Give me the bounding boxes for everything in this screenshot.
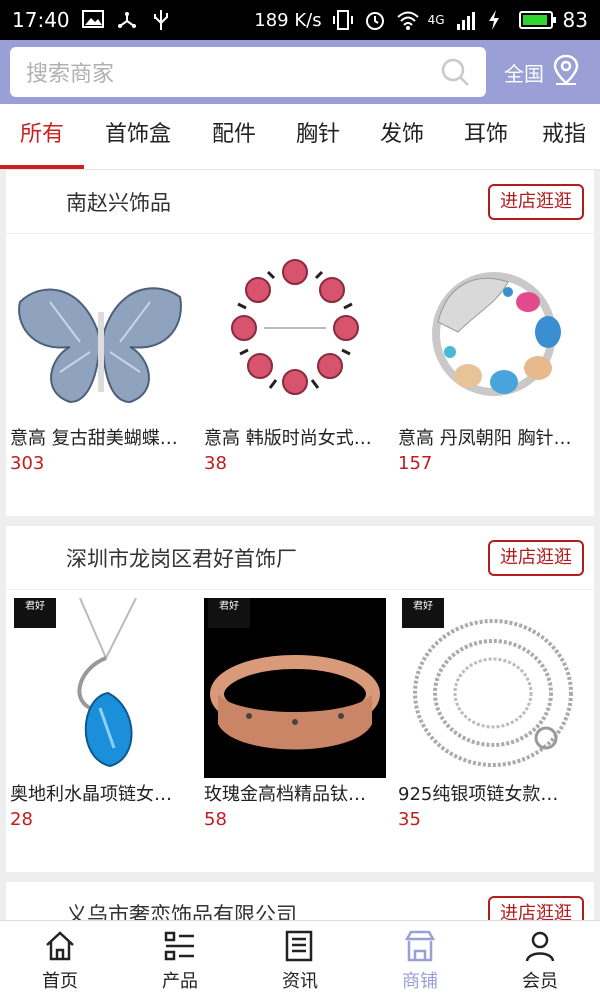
product-item[interactable]: 君好 玫瑰金高档精品钛… 58 (204, 598, 386, 834)
header: 搜索商家 全国 (0, 40, 600, 104)
nav-home[interactable]: 首页 (0, 921, 120, 1000)
nav-products[interactable]: 产品 (120, 921, 240, 1000)
product-name: 925纯银项链女款… (398, 784, 559, 805)
shop-name: 义乌市奢恋饰品有限公司 (66, 902, 297, 921)
shop-name: 南赵兴饰品 (66, 190, 171, 215)
product-name: 意高 韩版时尚女式… (204, 428, 372, 449)
product-name: 玫瑰金高档精品钛… (204, 784, 366, 805)
nav-news[interactable]: 资讯 (240, 921, 360, 1000)
brand-badge: 君好 (402, 598, 444, 628)
product-item[interactable]: 君好 奥地利水晶项链女… 28 (10, 598, 192, 834)
brand-badge-label: 君好 (413, 601, 433, 612)
nav-member[interactable]: 会员 (480, 921, 600, 1000)
wifi-icon (396, 9, 419, 31)
nav-member-label: 会员 (522, 970, 558, 992)
brand-badge-label: 君好 (219, 601, 239, 612)
product-price: 157 (398, 453, 433, 474)
product-item[interactable]: 君好 925纯银项链女款… 35 (398, 598, 580, 834)
shop-card: 南赵兴饰品 进店逛逛 意高 复古甜美蝴蝶… 303 意高 韩版时尚女式… 38 … (6, 170, 594, 516)
shop-name: 深圳市龙岗区君好首饰厂 (66, 546, 297, 571)
region-label: 全国 (504, 61, 544, 86)
product-price: 35 (398, 809, 421, 830)
product-price: 28 (10, 809, 33, 830)
enter-shop-button[interactable]: 进店逛逛 (488, 540, 584, 576)
brand-badge: 君好 (208, 598, 250, 628)
shop-card: 深圳市龙岗区君好首饰厂 进店逛逛 君好 奥地利水晶项链女… 28 君好 玫瑰金高… (6, 526, 594, 872)
location-pin-icon (552, 54, 580, 91)
store-icon (404, 930, 436, 961)
product-image: 君好 (10, 598, 192, 778)
product-item[interactable]: 意高 韩版时尚女式… 38 (204, 242, 386, 478)
shop-header[interactable]: 深圳市龙岗区君好首饰厂 进店逛逛 (6, 526, 594, 590)
vibrate-icon (332, 9, 354, 31)
bottom-nav: 首页 产品 资讯 商铺 会员 (0, 920, 600, 1000)
product-name: 意高 丹凤朝阳 胸针… (398, 428, 572, 449)
nav-home-label: 首页 (42, 970, 78, 992)
battery-icon (518, 11, 556, 29)
shop-header[interactable]: 南赵兴饰品 进店逛逛 (6, 170, 594, 234)
battery-level: 83 (562, 8, 588, 32)
nav-shops[interactable]: 商铺 (360, 921, 480, 1000)
region-selector[interactable]: 全国 (504, 54, 580, 91)
nav-shops-label: 商铺 (402, 970, 438, 992)
alarm-icon (364, 9, 386, 31)
product-image (10, 242, 192, 422)
product-name: 奥地利水晶项链女… (10, 784, 172, 805)
product-name: 意高 复古甜美蝴蝶… (10, 428, 178, 449)
tab-all[interactable]: 所有 (0, 104, 84, 169)
product-price: 38 (204, 453, 227, 474)
category-tabs: 所有 首饰盒 配件 胸针 发饰 耳饰 戒指 (0, 104, 600, 170)
shop-list: 南赵兴饰品 进店逛逛 意高 复古甜美蝴蝶… 303 意高 韩版时尚女式… 38 … (0, 170, 600, 920)
usb-icon (150, 9, 172, 31)
search-placeholder: 搜索商家 (26, 62, 115, 87)
list-icon (164, 931, 194, 960)
product-price: 58 (204, 809, 227, 830)
status-bar: 17:40 189 K/s 4G 83 (0, 0, 600, 40)
signal-type: 4G (427, 13, 445, 27)
product-image: 君好 (204, 598, 386, 778)
nav-products-label: 产品 (162, 970, 198, 992)
product-image: 君好 (398, 598, 580, 778)
product-price: 303 (10, 453, 45, 474)
enter-shop-button[interactable]: 进店逛逛 (488, 896, 584, 920)
brand-badge: 君好 (14, 598, 56, 628)
tab-brooch[interactable]: 胸针 (276, 104, 360, 169)
network-speed: 189 K/s (254, 9, 322, 31)
tab-earrings[interactable]: 耳饰 (444, 104, 528, 169)
share-icon (116, 9, 138, 31)
search-icon[interactable] (440, 57, 470, 87)
shop-card: 义乌市奢恋饰品有限公司 进店逛逛 (6, 882, 594, 920)
product-image (204, 242, 386, 422)
search-input[interactable]: 搜索商家 (10, 47, 486, 97)
news-icon (285, 930, 313, 961)
charging-icon (487, 9, 509, 31)
tab-hair-accessories[interactable]: 发饰 (360, 104, 444, 169)
tab-jewelry-box[interactable]: 首饰盒 (84, 104, 192, 169)
signal-bars-icon (455, 9, 477, 31)
nav-news-label: 资讯 (282, 970, 318, 992)
shop-header[interactable]: 义乌市奢恋饰品有限公司 进店逛逛 (6, 882, 594, 920)
enter-shop-button[interactable]: 进店逛逛 (488, 184, 584, 220)
tab-accessories[interactable]: 配件 (192, 104, 276, 169)
product-item[interactable]: 意高 丹凤朝阳 胸针… 157 (398, 242, 580, 478)
home-icon (46, 930, 74, 960)
status-time: 17:40 (12, 8, 70, 32)
product-item[interactable]: 意高 复古甜美蝴蝶… 303 (10, 242, 192, 478)
user-icon (525, 931, 555, 961)
image-icon (81, 9, 104, 31)
product-image (398, 242, 580, 422)
tab-rings[interactable]: 戒指 (528, 104, 600, 169)
brand-badge-label: 君好 (25, 601, 45, 612)
